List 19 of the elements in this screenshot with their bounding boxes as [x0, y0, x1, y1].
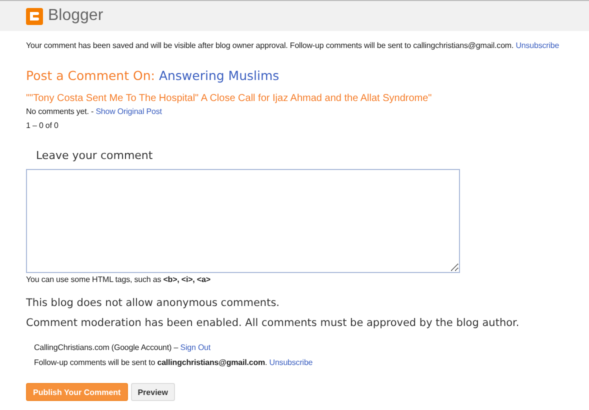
brand-name: Blogger: [48, 7, 104, 25]
blog-link[interactable]: Answering Muslims: [158, 68, 280, 83]
moderation-message: This blog does not allow anonymous comments.: [26, 297, 281, 309]
moderation-message: Comment moderation has been enabled. All comments must be approved by the blog author.: [26, 317, 520, 329]
comment-status: No comments yet. - Show Original Post: [26, 107, 163, 117]
blogger-logo-icon: [26, 8, 43, 24]
comment-label: Leave your comment: [36, 149, 154, 162]
comment-input[interactable]: [26, 169, 460, 273]
comment-count: 1 – 0 of 0: [26, 121, 60, 131]
page-heading: Post a Comment On: Answering Muslims: [26, 68, 280, 83]
html-tags-hint: You can use some HTML tags, such as <b>, <i>, <a>: [26, 275, 212, 285]
follow-up-line: Follow-up comments will be sent to callingchristians@gmail.com. Unsubscribe: [34, 358, 314, 368]
account-line: CallingChristians.com (Google Account) – Sign Out: [34, 343, 212, 353]
preview-button[interactable]: Preview: [130, 383, 175, 401]
show-original-post-link[interactable]: Show Original Post: [96, 107, 162, 116]
sign-out-link[interactable]: Sign Out: [180, 343, 211, 352]
unsubscribe-link[interactable]: Unsubscribe: [269, 358, 313, 367]
unsubscribe-link[interactable]: Unsubscribe: [516, 41, 560, 50]
saved-notice: Your comment has been saved and will be visible after blog owner approval. Follow-up comments will be sent to callingchristians@gmail.com. Unsubscribe: [26, 41, 560, 51]
